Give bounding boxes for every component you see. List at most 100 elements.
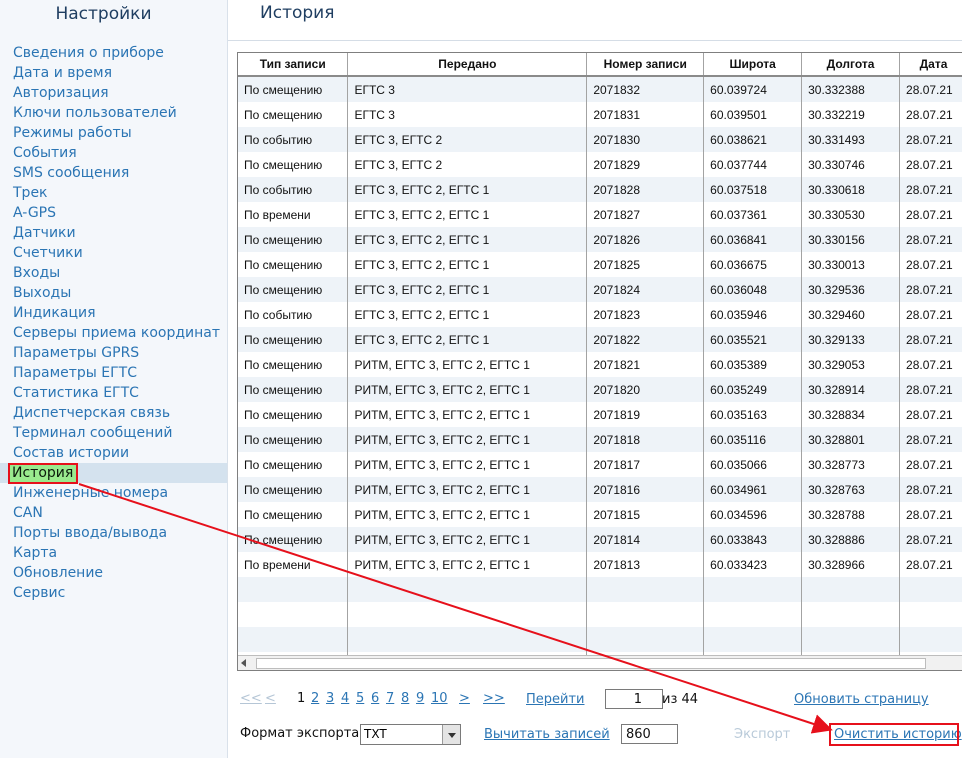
sidebar-item[interactable]: Инженерные номера [0, 483, 227, 503]
sidebar-item[interactable]: События [0, 143, 227, 163]
page-link[interactable]: 8 [401, 691, 409, 706]
sidebar-item[interactable]: Параметры GPRS [0, 343, 227, 363]
sidebar-item[interactable]: Состав истории [0, 443, 227, 463]
page-number-input[interactable]: 1 [605, 689, 663, 709]
table-cell: По времени [238, 202, 349, 227]
table-row[interactable]: По смещению ЕГТС 3, ЕГТС 2, ЕГТС 1 2071824… [238, 277, 962, 302]
sidebar-item[interactable]: Авторизация [0, 83, 227, 103]
table-row[interactable]: По смещению ЕГТС 3, ЕГТС 2, ЕГТС 1 2071825… [238, 252, 962, 277]
page-link[interactable]: 5 [356, 691, 364, 706]
sidebar-item[interactable]: Параметры ЕГТС [0, 363, 227, 383]
column-header[interactable]: Дата [899, 53, 962, 77]
first-page-link[interactable]: << [240, 691, 262, 706]
table-row[interactable]: По смещению ЕГТС 3 2071832 60.039724 30.3323… [238, 76, 962, 102]
sidebar-item[interactable]: Серверы приема координат [0, 323, 227, 343]
page-link[interactable]: 4 [341, 691, 349, 706]
page-link[interactable]: 9 [416, 691, 424, 706]
table-cell: По смещению [238, 527, 349, 552]
sidebar-item-label: Порты ввода/вывода [13, 525, 168, 541]
sidebar-item[interactable]: Индикация [0, 303, 227, 323]
sidebar-item-label: Состав истории [13, 445, 130, 461]
scroll-left-arrow-icon[interactable] [241, 659, 246, 667]
sidebar-item[interactable]: Сервис [0, 583, 227, 603]
sidebar: Настройки Сведения о приборе Дата и время… [0, 0, 228, 758]
sidebar-item[interactable]: Порты ввода/вывода [0, 523, 227, 543]
column-header[interactable]: Тип записи [238, 53, 349, 77]
sidebar-item[interactable]: Трек [0, 183, 227, 203]
sidebar-item[interactable]: CAN [0, 503, 227, 523]
read-count-input[interactable]: 860 [621, 724, 678, 744]
page-link[interactable]: 2 [311, 691, 319, 706]
table-row[interactable]: По смещению РИТМ, ЕГТС 3, ЕГТС 2, ЕГТС 12… [238, 477, 962, 502]
sidebar-item[interactable]: Счетчики [0, 243, 227, 263]
sidebar-item-label: SMS сообщения [13, 165, 130, 181]
table-row[interactable]: По смещению ЕГТС 3 2071831 60.039501 30.3322… [238, 102, 962, 127]
page-link[interactable]: 6 [371, 691, 379, 706]
table-row[interactable]: По смещению РИТМ, ЕГТС 3, ЕГТС 2, ЕГТС 12… [238, 452, 962, 477]
table-cell: 60.035946 [703, 302, 803, 327]
export-format-select[interactable]: TXT [360, 724, 461, 745]
table-row[interactable]: По смещению ЕГТС 3, ЕГТС 2, ЕГТС 1 2071822… [238, 327, 962, 352]
column-header[interactable]: Долгота [801, 53, 901, 77]
page-link[interactable]: 7 [386, 691, 394, 706]
refresh-page-link[interactable]: Обновить страницу [794, 692, 929, 707]
sidebar-item[interactable]: Обновление [0, 563, 227, 583]
column-header[interactable]: Широта [703, 53, 803, 77]
table-cell: 28.07.21 [899, 76, 962, 102]
table-cell: 28.07.21 [899, 277, 962, 302]
horizontal-scrollbar[interactable] [238, 655, 962, 670]
table-cell: 2071824 [586, 277, 705, 302]
table-row[interactable]: По смещению РИТМ, ЕГТС 3, ЕГТС 2, ЕГТС 12… [238, 377, 962, 402]
sidebar-item[interactable]: Входы [0, 263, 227, 283]
sidebar-item[interactable]: Дата и время [0, 63, 227, 83]
next-page-link[interactable]: > [459, 691, 470, 706]
table-cell: 28.07.21 [899, 402, 962, 427]
sidebar-item[interactable]: Диспетчерская связь [0, 403, 227, 423]
sidebar-item[interactable]: Режимы работы [0, 123, 227, 143]
scrollbar-thumb[interactable] [256, 658, 926, 669]
sidebar-item[interactable]: Выходы [0, 283, 227, 303]
table-row[interactable]: По смещению РИТМ, ЕГТС 3, ЕГТС 2, ЕГТС 12… [238, 502, 962, 527]
page-link[interactable]: 1 [297, 691, 305, 706]
sidebar-item[interactable]: Терминал сообщений [0, 423, 227, 443]
table-cell: 2071828 [586, 177, 705, 202]
sidebar-item[interactable]: SMS сообщения [0, 163, 227, 183]
table-row[interactable]: По смещению РИТМ, ЕГТС 3, ЕГТС 2, ЕГТС 12… [238, 402, 962, 427]
page-link[interactable]: 3 [326, 691, 334, 706]
table-row[interactable]: По событию ЕГТС 3, ЕГТС 2 2071830 60.038621… [238, 127, 962, 152]
column-header[interactable]: Номер записи [586, 53, 705, 77]
table-cell: 2071826 [586, 227, 705, 252]
page-link[interactable]: 10 [431, 691, 448, 706]
column-header[interactable]: Передано [347, 53, 588, 77]
table-row[interactable]: По событию ЕГТС 3, ЕГТС 2, ЕГТС 1 2071828 6… [238, 177, 962, 202]
sidebar-item-label: Карта [13, 545, 58, 561]
table-cell: 30.331493 [801, 127, 901, 152]
sidebar-item[interactable]: A-GPS [0, 203, 227, 223]
sidebar-item[interactable]: Ключи пользователей [0, 103, 227, 123]
export-link[interactable]: Экспорт [734, 727, 790, 742]
chevron-down-icon[interactable] [442, 725, 460, 744]
sidebar-item-label: Сведения о приборе [13, 45, 164, 61]
table-row[interactable]: По событию ЕГТС 3, ЕГТС 2, ЕГТС 1 2071823 6… [238, 302, 962, 327]
table-cell: 30.330013 [801, 252, 901, 277]
sidebar-item[interactable]: Датчики [0, 223, 227, 243]
table-row[interactable]: По времени ЕГТС 3, ЕГТС 2, ЕГТС 1 2071827 6… [238, 202, 962, 227]
table-row[interactable]: По смещению РИТМ, ЕГТС 3, ЕГТС 2, ЕГТС 12… [238, 352, 962, 377]
history-grid[interactable]: Тип записи Передано Номер записи Широта Долг… [237, 52, 962, 671]
read-records-link[interactable]: Вычитать записей [484, 727, 610, 742]
last-page-link[interactable]: >> [483, 691, 505, 706]
sidebar-item[interactable]: Статистика ЕГТС [0, 383, 227, 403]
table-cell: 30.332219 [801, 102, 901, 127]
table-row[interactable]: По смещению ЕГТС 3, ЕГТС 2, ЕГТС 1 2071826… [238, 227, 962, 252]
empty-table-row [238, 577, 962, 602]
sidebar-item[interactable]: Сведения о приборе [0, 43, 227, 63]
sidebar-item[interactable]: История [0, 463, 227, 484]
prev-page-link[interactable]: < [265, 691, 276, 706]
table-row[interactable]: По смещению ЕГТС 3, ЕГТС 2 2071829 60.03774… [238, 152, 962, 177]
table-cell: 28.07.21 [899, 527, 962, 552]
table-row[interactable]: По смещению РИТМ, ЕГТС 3, ЕГТС 2, ЕГТС 12… [238, 427, 962, 452]
table-row[interactable]: По времени РИТМ, ЕГТС 3, ЕГТС 2, ЕГТС 1 20… [238, 552, 962, 577]
goto-page-link[interactable]: Перейти [526, 692, 585, 707]
sidebar-item[interactable]: Карта [0, 543, 227, 563]
table-row[interactable]: По смещению РИТМ, ЕГТС 3, ЕГТС 2, ЕГТС 12… [238, 527, 962, 552]
